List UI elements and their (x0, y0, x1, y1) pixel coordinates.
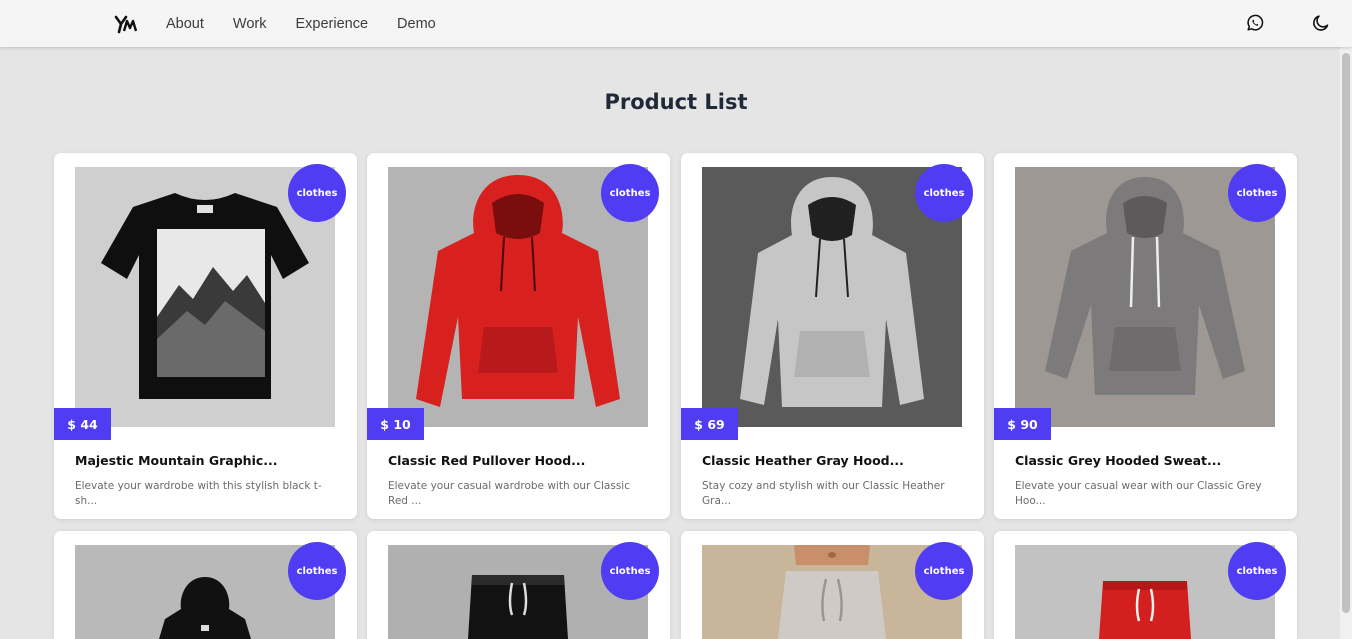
product-card[interactable]: clothes (994, 531, 1297, 639)
nav-link-work[interactable]: Work (233, 16, 267, 32)
product-description: Elevate your casual wardrobe with our Cl… (388, 480, 630, 507)
product-card[interactable]: clothes (54, 531, 357, 639)
product-description: Elevate your wardrobe with this stylish … (75, 480, 322, 507)
nav-link-experience[interactable]: Experience (295, 16, 368, 32)
product-card[interactable]: clothes $ 10 Classic Red Pullover Hood..… (367, 153, 670, 519)
product-description: Stay cozy and stylish with our Classic H… (702, 480, 945, 507)
product-title[interactable]: Classic Red Pullover Hood... (388, 453, 650, 468)
price-badge: $ 90 (994, 408, 1051, 440)
category-badge: clothes (915, 542, 973, 600)
nav-links: About Work Experience Demo (166, 0, 465, 47)
whatsapp-icon[interactable] (1245, 13, 1265, 33)
nav-link-about[interactable]: About (166, 16, 204, 32)
product-description: Elevate your casual wear with our Classi… (1015, 480, 1262, 507)
product-title[interactable]: Classic Grey Hooded Sweat... (1015, 453, 1277, 468)
navbar: About Work Experience Demo (0, 0, 1352, 47)
price-badge: $ 69 (681, 408, 738, 440)
scrollbar-thumb[interactable] (1342, 53, 1350, 613)
product-title[interactable]: Classic Heather Gray Hood... (702, 453, 964, 468)
category-badge: clothes (601, 164, 659, 222)
category-badge: clothes (288, 164, 346, 222)
product-card[interactable]: clothes $ 90 Classic Grey Hooded Sweat..… (994, 153, 1297, 519)
price-badge: $ 10 (367, 408, 424, 440)
product-card[interactable]: clothes $ 69 Classic Heather Gray Hood..… (681, 153, 984, 519)
product-card[interactable]: clothes $ 44 Majestic Mountain Graphic..… (54, 153, 357, 519)
product-card[interactable]: clothes (681, 531, 984, 639)
category-badge: clothes (601, 542, 659, 600)
product-title[interactable]: Majestic Mountain Graphic... (75, 453, 337, 468)
category-badge: clothes (915, 164, 973, 222)
category-badge: clothes (1228, 164, 1286, 222)
nav-link-demo[interactable]: Demo (397, 16, 436, 32)
category-badge: clothes (1228, 542, 1286, 600)
category-badge: clothes (288, 542, 346, 600)
product-card[interactable]: clothes (367, 531, 670, 639)
moon-icon[interactable] (1311, 13, 1331, 33)
ym-logo-icon[interactable] (114, 13, 138, 35)
page-scrollbar[interactable] (1340, 47, 1352, 639)
page-title: Product List (604, 90, 748, 114)
price-badge: $ 44 (54, 408, 111, 440)
